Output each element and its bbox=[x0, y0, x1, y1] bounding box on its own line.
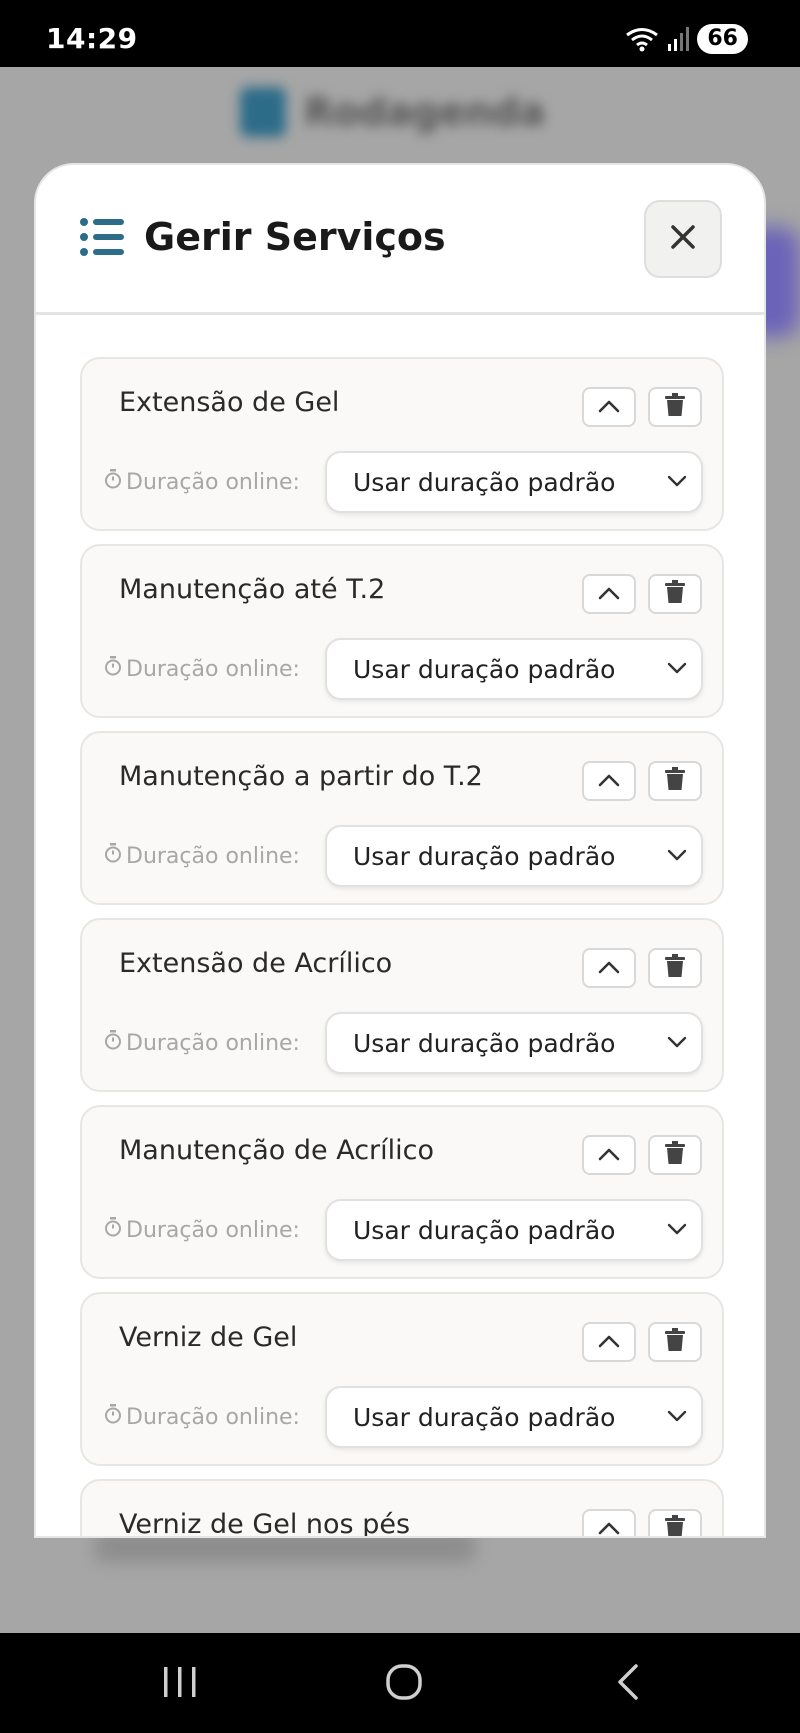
service-name: Verniz de Gel bbox=[119, 1322, 298, 1353]
service-card: Manutenção até T.2 Duração online: Usar … bbox=[80, 544, 724, 718]
duration-select[interactable]: Usar duração padrão bbox=[325, 451, 703, 513]
duration-label: Duração online: bbox=[104, 843, 300, 869]
chevron-up-icon bbox=[598, 1333, 620, 1352]
duration-select-value: Usar duração padrão bbox=[353, 655, 616, 684]
brand-name: Rodagenda bbox=[304, 90, 546, 134]
duration-select[interactable]: Usar duração padrão bbox=[325, 1012, 703, 1074]
service-card: Manutenção a partir do T.2 Duração onlin… bbox=[80, 731, 724, 905]
duration-select[interactable]: Usar duração padrão bbox=[325, 825, 703, 887]
timer-icon bbox=[104, 1404, 122, 1430]
chevron-down-icon bbox=[667, 847, 687, 866]
duration-label-text: Duração online: bbox=[126, 843, 300, 869]
wifi-icon bbox=[625, 26, 659, 52]
move-up-button[interactable] bbox=[582, 761, 636, 801]
chevron-down-icon bbox=[667, 660, 687, 679]
manage-services-modal: Gerir Serviços Extensão de Gel Duração o… bbox=[34, 163, 766, 1538]
duration-select-value: Usar duração padrão bbox=[353, 842, 616, 871]
timer-icon bbox=[104, 656, 122, 682]
brand-logo bbox=[240, 87, 286, 137]
duration-label-text: Duração online: bbox=[126, 1404, 300, 1430]
trash-icon bbox=[665, 1141, 685, 1169]
delete-button[interactable] bbox=[648, 761, 702, 801]
duration-label: Duração online: bbox=[104, 1030, 300, 1056]
trash-icon bbox=[665, 954, 685, 982]
trash-icon bbox=[665, 767, 685, 795]
chevron-up-icon bbox=[598, 1146, 620, 1165]
service-name: Extensão de Acrílico bbox=[119, 948, 393, 979]
duration-label-text: Duração online: bbox=[126, 469, 300, 495]
duration-label: Duração online: bbox=[104, 1404, 300, 1430]
timer-icon bbox=[104, 469, 122, 495]
service-list: Extensão de Gel Duração online: Usar dur… bbox=[80, 357, 724, 1538]
status-time: 14:29 bbox=[46, 22, 138, 55]
timer-icon bbox=[104, 1217, 122, 1243]
home-icon[interactable] bbox=[385, 1663, 423, 1705]
delete-button[interactable] bbox=[648, 387, 702, 427]
duration-label: Duração online: bbox=[104, 656, 300, 682]
delete-button[interactable] bbox=[648, 948, 702, 988]
list-icon bbox=[80, 217, 126, 261]
move-up-button[interactable] bbox=[582, 574, 636, 614]
duration-select-value: Usar duração padrão bbox=[353, 468, 616, 497]
timer-icon bbox=[104, 1030, 122, 1056]
timer-icon bbox=[104, 843, 122, 869]
chevron-up-icon bbox=[598, 772, 620, 791]
close-icon bbox=[670, 224, 696, 254]
delete-button[interactable] bbox=[648, 574, 702, 614]
trash-icon bbox=[665, 580, 685, 608]
duration-label-text: Duração online: bbox=[126, 1217, 300, 1243]
recent-apps-icon[interactable] bbox=[162, 1665, 198, 1703]
service-name: Manutenção de Acrílico bbox=[119, 1135, 435, 1166]
service-name: Manutenção a partir do T.2 bbox=[119, 761, 483, 792]
duration-label-text: Duração online: bbox=[126, 656, 300, 682]
status-icons: 66 bbox=[625, 24, 748, 54]
chevron-up-icon bbox=[598, 398, 620, 417]
chevron-up-icon bbox=[598, 1520, 620, 1537]
chevron-up-icon bbox=[598, 585, 620, 604]
service-name: Manutenção até T.2 bbox=[119, 574, 386, 605]
duration-select[interactable]: Usar duração padrão bbox=[325, 1386, 703, 1448]
move-up-button[interactable] bbox=[582, 948, 636, 988]
duration-label: Duração online: bbox=[104, 1217, 300, 1243]
service-card: Verniz de Gel Duração online: Usar duraç… bbox=[80, 1292, 724, 1466]
back-icon[interactable] bbox=[614, 1663, 642, 1705]
modal-header: Gerir Serviços bbox=[36, 165, 764, 315]
status-bar: 14:29 66 bbox=[0, 0, 800, 67]
duration-select-value: Usar duração padrão bbox=[353, 1403, 616, 1432]
duration-select-value: Usar duração padrão bbox=[353, 1029, 616, 1058]
chevron-down-icon bbox=[667, 1034, 687, 1053]
chevron-down-icon bbox=[667, 1408, 687, 1427]
system-nav-bar bbox=[0, 1633, 800, 1733]
trash-icon bbox=[665, 393, 685, 421]
service-card: Extensão de Acrílico Duração online: Usa… bbox=[80, 918, 724, 1092]
duration-label-text: Duração online: bbox=[126, 1030, 300, 1056]
move-up-button[interactable] bbox=[582, 1135, 636, 1175]
chevron-down-icon bbox=[667, 1221, 687, 1240]
service-card: Verniz de Gel nos pés Duração online: Us… bbox=[80, 1479, 724, 1538]
background-brand: Rodagenda bbox=[240, 87, 545, 137]
move-up-button[interactable] bbox=[582, 387, 636, 427]
delete-button[interactable] bbox=[648, 1135, 702, 1175]
delete-button[interactable] bbox=[648, 1509, 702, 1536]
modal-title: Gerir Serviços bbox=[144, 215, 446, 259]
chevron-up-icon bbox=[598, 959, 620, 978]
chevron-down-icon bbox=[667, 473, 687, 492]
delete-button[interactable] bbox=[648, 1322, 702, 1362]
close-button[interactable] bbox=[644, 200, 722, 278]
duration-label: Duração online: bbox=[104, 469, 300, 495]
signal-icon bbox=[667, 26, 690, 52]
move-up-button[interactable] bbox=[582, 1509, 636, 1537]
move-up-button[interactable] bbox=[582, 1322, 636, 1362]
battery-badge: 66 bbox=[697, 24, 748, 54]
duration-select-value: Usar duração padrão bbox=[353, 1216, 616, 1245]
duration-select[interactable]: Usar duração padrão bbox=[325, 1199, 703, 1261]
trash-icon bbox=[665, 1515, 685, 1536]
service-name: Extensão de Gel bbox=[119, 387, 340, 418]
service-name: Verniz de Gel nos pés bbox=[119, 1509, 411, 1538]
trash-icon bbox=[665, 1328, 685, 1356]
duration-select[interactable]: Usar duração padrão bbox=[325, 638, 703, 700]
service-card: Manutenção de Acrílico Duração online: U… bbox=[80, 1105, 724, 1279]
service-card: Extensão de Gel Duração online: Usar dur… bbox=[80, 357, 724, 531]
